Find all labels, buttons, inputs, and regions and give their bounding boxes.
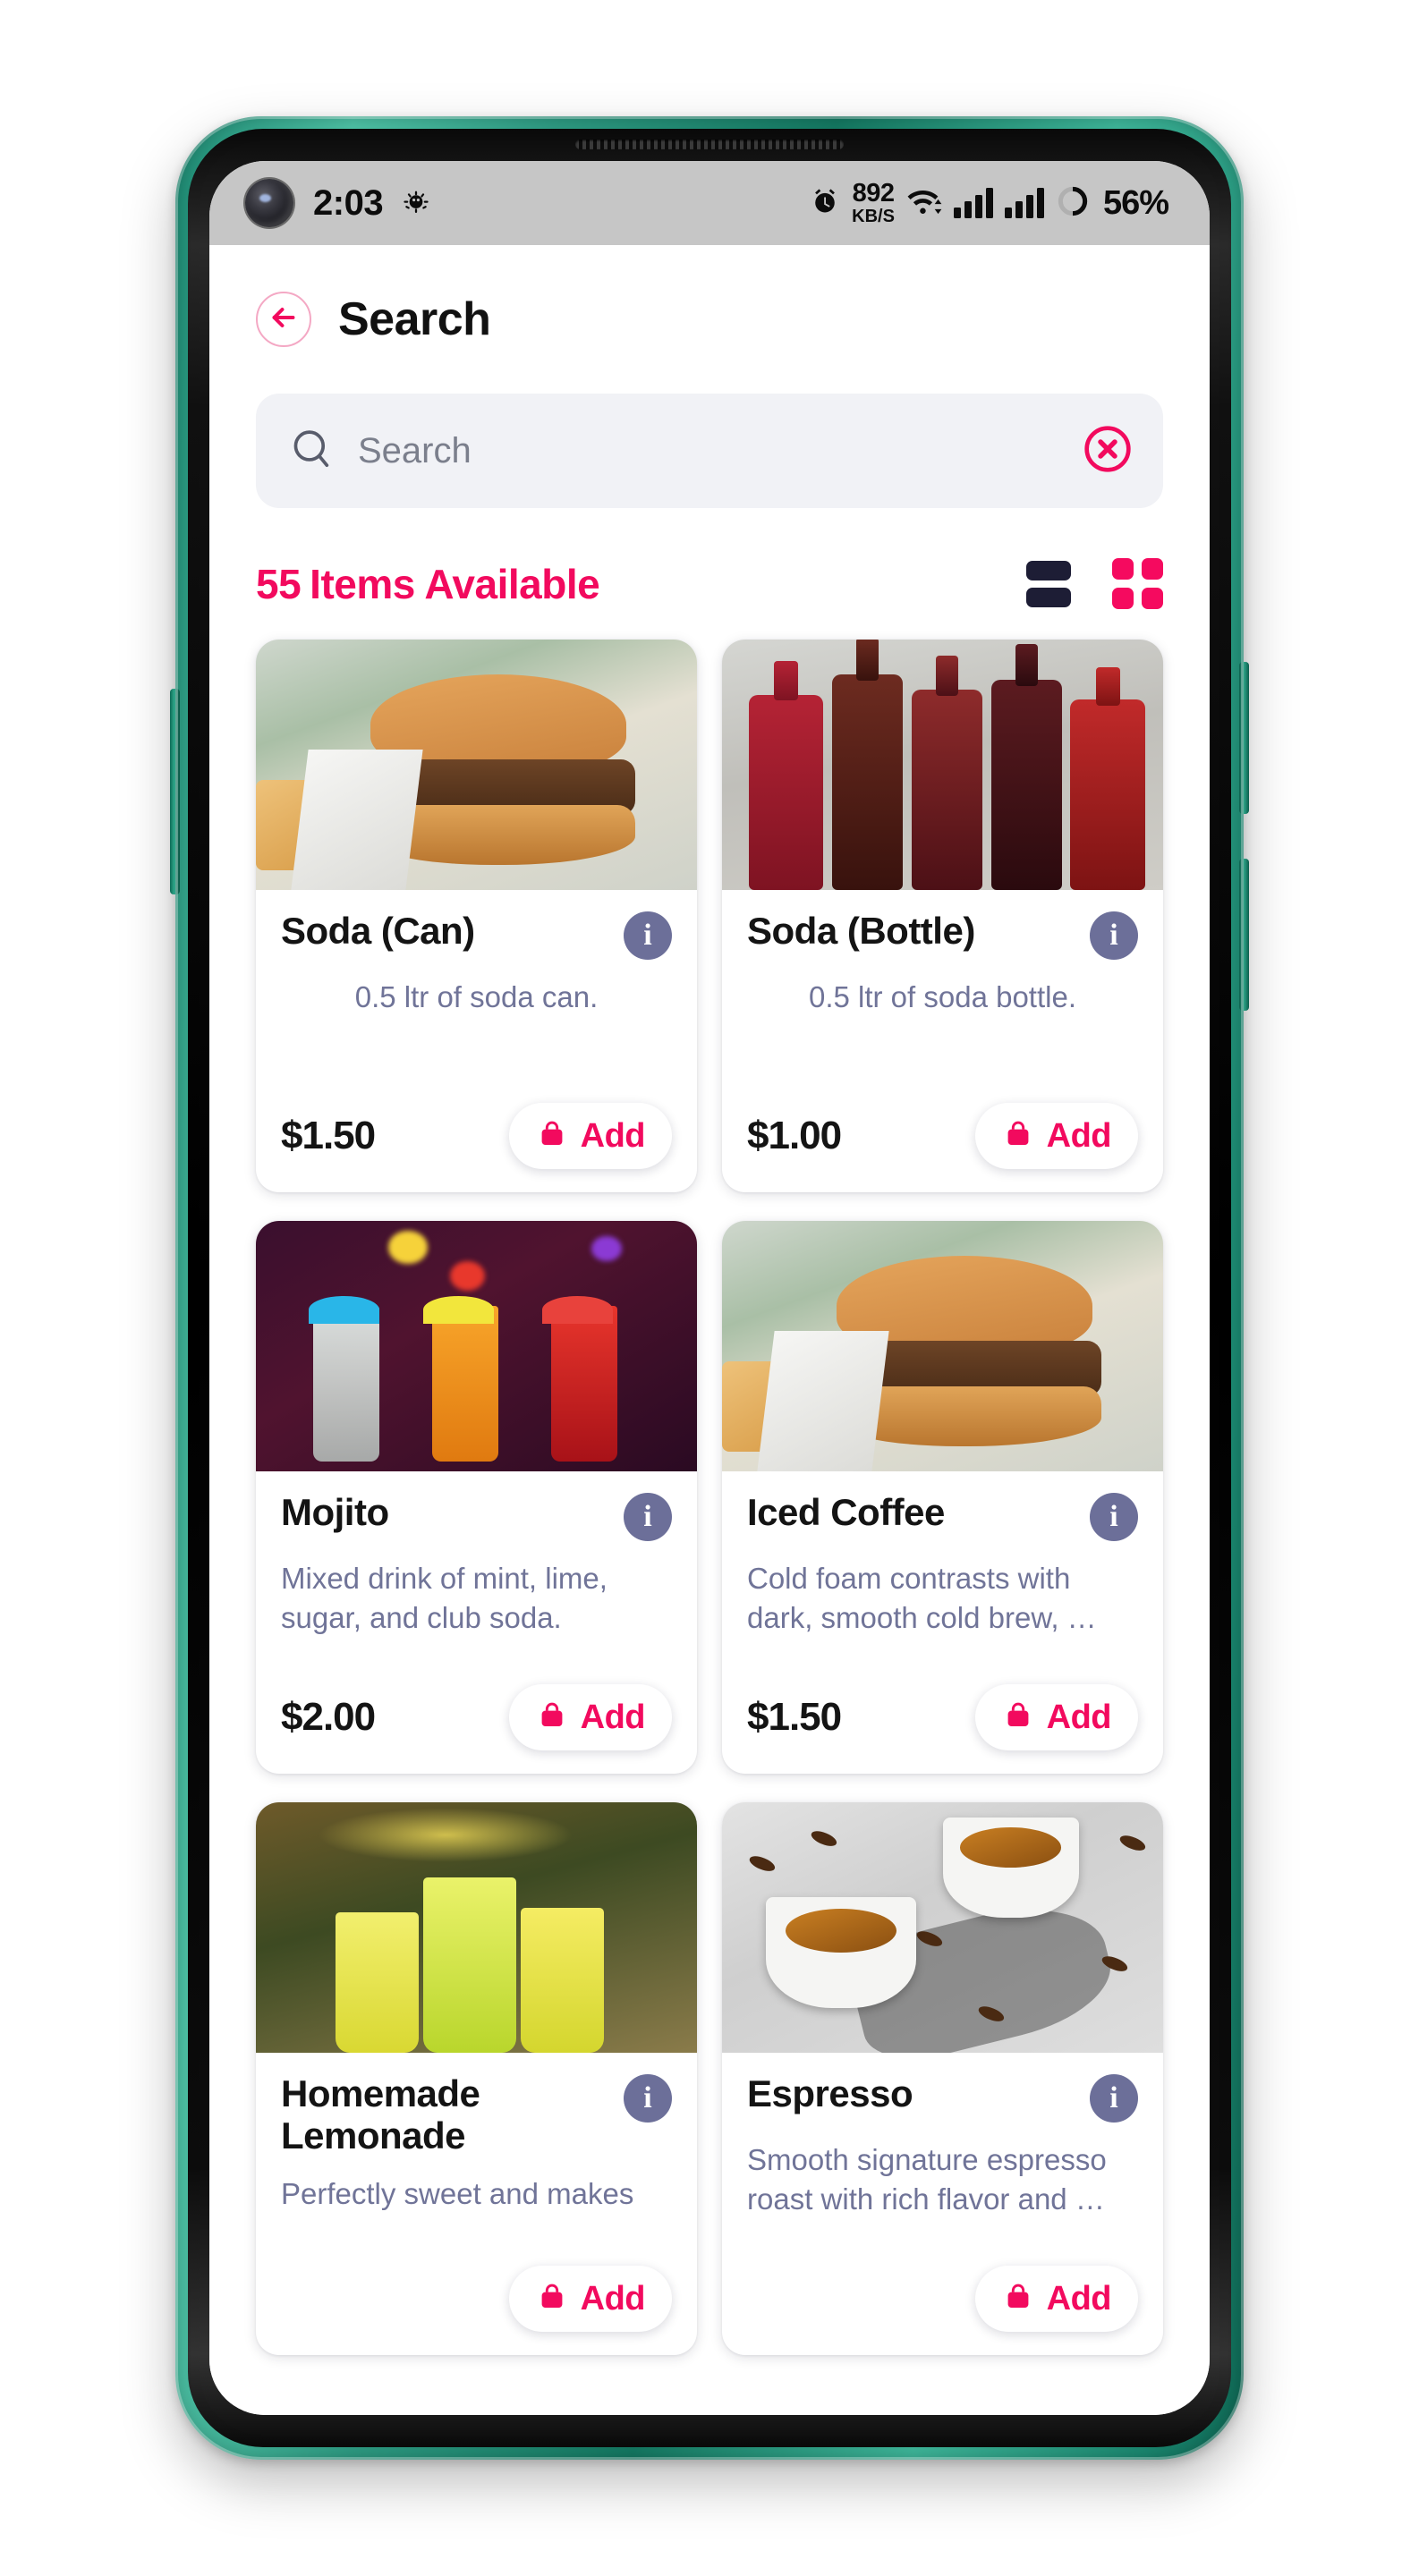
arrow-left-icon (268, 301, 300, 338)
product-name: Soda (Bottle) (747, 910, 975, 952)
shopping-bag-icon (536, 1699, 568, 1736)
product-card[interactable]: Homemade Lemonade i Perfectly sweet and … (256, 1802, 697, 2355)
add-label: Add (580, 1698, 646, 1736)
alarm-icon (810, 186, 840, 221)
punch-hole-camera (245, 179, 293, 227)
add-label: Add (580, 2279, 646, 2318)
product-card[interactable]: Soda (Bottle) i 0.5 ltr of soda bottle. … (722, 640, 1163, 1192)
product-card[interactable]: Iced Coffee i Cold foam contrasts with d… (722, 1221, 1163, 1774)
items-available-label: 55 Items Available (256, 560, 600, 608)
add-to-cart-button[interactable]: Add (508, 1684, 672, 1750)
network-speed-indicator: 892 KB/S (852, 179, 895, 226)
product-name: Espresso (747, 2072, 913, 2114)
info-icon[interactable]: i (624, 911, 672, 960)
items-label: Items Available (310, 560, 600, 607)
add-to-cart-button[interactable]: Add (508, 1103, 672, 1169)
info-icon[interactable]: i (1090, 2074, 1138, 2123)
add-to-cart-button[interactable]: Add (974, 1103, 1138, 1169)
status-bar-indicators: 892 KB/S 56% (810, 179, 1169, 226)
product-card[interactable]: Espresso i Smooth signature espresso roa… (722, 1802, 1163, 2355)
product-price: $1.50 (281, 1114, 376, 1157)
product-image (722, 1802, 1163, 2053)
product-card[interactable]: Mojito i Mixed drink of mint, lime, suga… (256, 1221, 697, 1774)
add-to-cart-button[interactable]: Add (508, 2266, 672, 2332)
back-button[interactable] (256, 292, 311, 347)
app-bar: Search (209, 245, 1210, 347)
signal-icon (1004, 188, 1044, 218)
network-speed-unit: KB/S (852, 207, 895, 226)
product-name: Soda (Can) (281, 910, 475, 952)
shopping-bag-icon (1002, 1699, 1034, 1736)
app-content: Search Search 55 Items Available Soda (C… (209, 245, 1210, 2415)
secondary-side-button[interactable] (1239, 859, 1249, 1011)
grid-view-icon[interactable] (1112, 558, 1163, 609)
phone-frame: 2:03 892 KB/S 56% Search Search 55 Items… (170, 116, 1249, 2460)
product-name: Iced Coffee (747, 1491, 945, 1533)
shopping-bag-icon (1002, 2281, 1034, 2318)
product-description: 0.5 ltr of soda can. (354, 980, 599, 1013)
list-header: 55 Items Available (209, 508, 1210, 609)
add-to-cart-button[interactable]: Add (974, 2266, 1138, 2332)
page-title: Search (338, 293, 491, 345)
phone-bezel: 2:03 892 KB/S 56% Search Search 55 Items… (188, 129, 1231, 2447)
list-view-icon[interactable] (1026, 560, 1071, 607)
product-price: $2.00 (281, 1695, 376, 1739)
search-field[interactable] (256, 394, 1163, 508)
view-toggle-group (1026, 558, 1163, 609)
info-icon[interactable]: i (624, 1493, 672, 1541)
product-image (722, 1221, 1163, 1471)
volume-button[interactable] (170, 689, 180, 894)
add-label: Add (580, 1116, 646, 1155)
info-icon[interactable]: i (624, 2074, 672, 2123)
speaker-grille (575, 140, 844, 149)
add-label: Add (1046, 2279, 1112, 2318)
search-icon (288, 426, 335, 477)
add-label: Add (1046, 1116, 1112, 1155)
add-label: Add (1046, 1698, 1112, 1736)
product-name: Homemade Lemonade (281, 2072, 480, 2157)
info-icon[interactable]: i (1090, 1493, 1138, 1541)
status-bar: 2:03 892 KB/S 56% (209, 161, 1210, 245)
signal-icon (953, 188, 993, 218)
items-count: 55 (256, 560, 302, 607)
product-description: Mixed drink of mint, lime, sugar, and cl… (281, 1562, 608, 1634)
product-card[interactable]: Soda (Can) i 0.5 ltr of soda can. $1.50 (256, 640, 697, 1192)
close-circle-icon[interactable] (1083, 424, 1133, 479)
phone-screen: 2:03 892 KB/S 56% Search Search 55 Items… (209, 161, 1210, 2415)
status-time: 2:03 (313, 182, 384, 223)
product-price: $1.50 (747, 1695, 842, 1739)
product-description: Cold foam contrasts with dark, smooth co… (747, 1562, 1097, 1634)
product-image (722, 640, 1163, 890)
battery-percentage: 56% (1102, 183, 1169, 222)
shopping-bag-icon (536, 1118, 568, 1155)
network-speed-value: 892 (852, 179, 895, 208)
info-icon[interactable]: i (1090, 911, 1138, 960)
product-description: Smooth signature espresso roast with ric… (747, 2143, 1107, 2216)
add-to-cart-button[interactable]: Add (974, 1684, 1138, 1750)
product-image (256, 1802, 697, 2053)
product-description: Perfectly sweet and makes (281, 2177, 634, 2211)
product-image (256, 1221, 697, 1471)
bug-icon (401, 188, 431, 218)
product-name: Mojito (281, 1491, 389, 1533)
search-bar (256, 394, 1163, 508)
product-price: $1.00 (747, 1114, 842, 1157)
wifi-icon (906, 186, 942, 221)
product-description: 0.5 ltr of soda bottle. (808, 980, 1076, 1013)
search-input[interactable] (358, 430, 1059, 471)
power-button[interactable] (1239, 662, 1249, 814)
shopping-bag-icon (1002, 1118, 1034, 1155)
battery-icon (1056, 184, 1090, 223)
shopping-bag-icon (536, 2281, 568, 2318)
product-grid: Soda (Can) i 0.5 ltr of soda can. $1.50 (256, 640, 1163, 2355)
product-image (256, 640, 697, 890)
